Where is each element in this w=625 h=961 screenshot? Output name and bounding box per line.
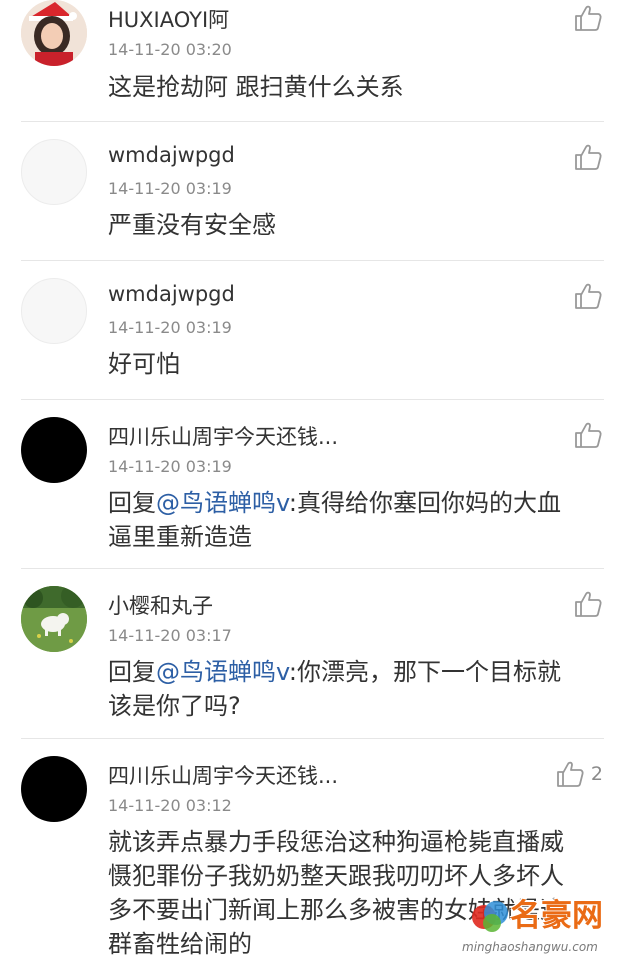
avatar[interactable] (21, 0, 87, 66)
like-button[interactable] (573, 142, 603, 172)
username[interactable]: wmdajwpgd (108, 143, 235, 167)
like-button[interactable] (573, 281, 603, 311)
mention-link[interactable]: @鸟语蝉鸣v (156, 658, 289, 686)
like-button[interactable] (573, 589, 603, 619)
like-count: 2 (590, 763, 603, 785)
username[interactable]: 四川乐山周宇今天还钱... (108, 421, 338, 451)
reply-text: :真得给你塞回你妈的大血 (288, 489, 561, 517)
divider (21, 260, 604, 261)
comment-text: 这是抢劫阿 跟扫黄什么关系 (108, 70, 608, 104)
comment-text: 严重没有安全感 (108, 208, 608, 242)
reply-prefix: 回复 (108, 489, 156, 517)
divider (21, 121, 604, 122)
divider (21, 568, 604, 569)
thumbs-up-icon (575, 422, 602, 448)
avatar[interactable] (21, 139, 87, 205)
timestamp: 14-11-20 03:19 (108, 457, 232, 476)
divider (21, 399, 604, 400)
comment-line: 回复@鸟语蝉鸣v:你漂亮，那下一个目标就 (108, 655, 608, 689)
like-button[interactable] (573, 3, 603, 33)
avatar[interactable] (21, 586, 87, 652)
comment-line: 慑犯罪份子我奶奶整天跟我叨叨坏人多坏人 (108, 862, 564, 890)
comment-line: 严重没有安全感 (108, 211, 276, 239)
watermark-name: 名豪网 (510, 898, 603, 934)
comment-line: 该是你了吗? (108, 692, 241, 720)
avatar[interactable] (21, 278, 87, 344)
thumbs-up-icon (575, 5, 602, 31)
comment-text: 回复@鸟语蝉鸣v:你漂亮，那下一个目标就 该是你了吗? (108, 655, 608, 723)
username[interactable]: wmdajwpgd (108, 282, 235, 306)
like-button[interactable]: 2 (555, 759, 603, 789)
thumbs-up-icon (557, 761, 584, 787)
woman-avatar-icon (21, 0, 87, 66)
username[interactable]: 小樱和丸子 (108, 590, 213, 620)
username[interactable]: 四川乐山周宇今天还钱... (108, 760, 338, 790)
mention-link[interactable]: @鸟语蝉鸣v (156, 489, 289, 517)
watermark-url: minghaoshangwu.com (462, 940, 598, 954)
watermark-logo-icon (472, 901, 508, 932)
thumbs-up-icon (575, 283, 602, 309)
timestamp: 14-11-20 03:19 (108, 318, 232, 337)
comment-text: 好可怕 (108, 347, 608, 381)
like-button[interactable] (573, 420, 603, 450)
reply-text: :你漂亮，那下一个目标就 (288, 658, 561, 686)
timestamp: 14-11-20 03:17 (108, 626, 232, 645)
timestamp: 14-11-20 03:12 (108, 796, 232, 815)
dog-avatar-icon (21, 586, 87, 652)
timestamp: 14-11-20 03:19 (108, 179, 232, 198)
comment-line: 回复@鸟语蝉鸣v:真得给你塞回你妈的大血 (108, 486, 608, 520)
thumbs-up-icon (575, 144, 602, 170)
timestamp: 14-11-20 03:20 (108, 40, 232, 59)
comment-line: 好可怕 (108, 350, 180, 378)
thumbs-up-icon (575, 591, 602, 617)
reply-prefix: 回复 (108, 658, 156, 686)
comment-line: 这是抢劫阿 跟扫黄什么关系 (108, 73, 404, 101)
username[interactable]: HUXIAOYI阿 (108, 4, 229, 34)
comment-text: 回复@鸟语蝉鸣v:真得给你塞回你妈的大血 逼里重新造造 (108, 486, 608, 554)
avatar[interactable] (21, 756, 87, 822)
avatar[interactable] (21, 417, 87, 483)
comment-line: 就该弄点暴力手段惩治这种狗逼枪毙直播威 (108, 828, 564, 856)
comment-line: 逼里重新造造 (108, 523, 252, 551)
divider (21, 738, 604, 739)
